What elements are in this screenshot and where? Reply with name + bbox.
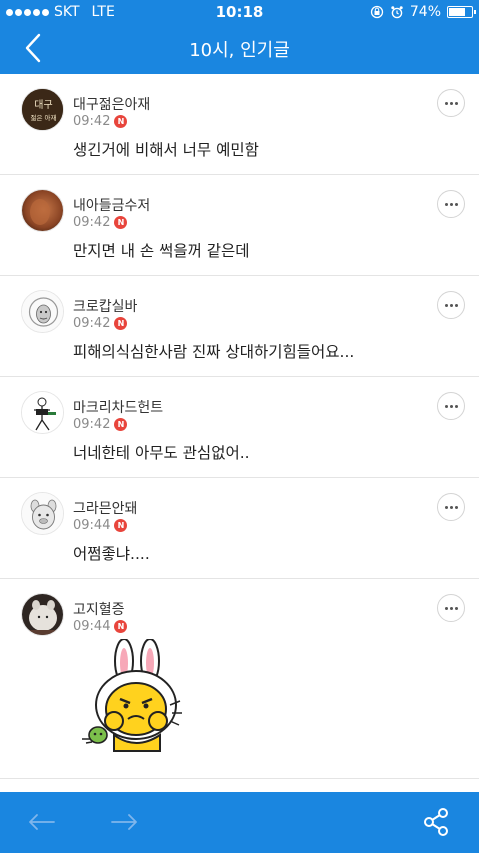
post-time: 09:42 bbox=[73, 114, 111, 129]
avatar[interactable] bbox=[21, 189, 64, 232]
post-author[interactable]: 그라믄안돼 bbox=[73, 498, 137, 518]
list-item[interactable]: 고지혈증 09:44 N bbox=[0, 579, 479, 779]
list-item[interactable]: 마크리차드헌트 09:42 N 너네한테 아무도 관심없어.. bbox=[0, 377, 479, 478]
status-right: 74% bbox=[370, 4, 476, 20]
post-time: 09:44 bbox=[73, 619, 111, 634]
post-meta: 09:42 N bbox=[73, 417, 128, 432]
post-content[interactable]: 생긴거에 비해서 너무 예민함 bbox=[73, 138, 259, 160]
new-badge: N bbox=[114, 418, 128, 431]
avatar-text-top: 대구 bbox=[34, 99, 52, 111]
share-icon[interactable] bbox=[420, 806, 452, 838]
alarm-icon bbox=[391, 6, 403, 19]
post-author[interactable]: 고지혈증 bbox=[73, 599, 125, 619]
post-meta: 09:42 N bbox=[73, 215, 128, 230]
new-badge: N bbox=[114, 317, 128, 330]
post-content[interactable]: 피해의식심한사람 진짜 상대하기힘들어요... bbox=[73, 340, 354, 362]
list-item[interactable]: 그라믄안돼 09:44 N 어쩜좋냐.... bbox=[0, 478, 479, 579]
more-options-button[interactable] bbox=[437, 291, 465, 319]
post-meta: 09:44 N bbox=[73, 518, 128, 533]
avatar[interactable] bbox=[21, 593, 64, 636]
list-item[interactable]: 내아들금수저 09:42 N 만지면 내 손 썩을꺼 같은데 bbox=[0, 175, 479, 276]
new-badge: N bbox=[114, 519, 128, 532]
post-time: 09:42 bbox=[73, 215, 111, 230]
battery-icon bbox=[447, 6, 476, 18]
avatar[interactable] bbox=[21, 290, 64, 333]
post-time: 09:44 bbox=[73, 518, 111, 533]
post-time: 09:42 bbox=[73, 417, 111, 432]
avatar[interactable] bbox=[21, 492, 64, 535]
post-author[interactable]: 마크리차드헌트 bbox=[73, 397, 163, 417]
more-options-button[interactable] bbox=[437, 493, 465, 521]
list-item[interactable]: 대구 젊은 아재 대구젊은아재 09:42 N 생긴거에 비해서 너무 예민함 bbox=[0, 74, 479, 175]
page-title: 10시, 인기글 bbox=[189, 40, 290, 61]
app-header: SKT LTE 10:18 74% 10시, 인기글 bbox=[0, 0, 479, 74]
battery-percent: 74% bbox=[409, 4, 441, 20]
new-badge: N bbox=[114, 620, 128, 633]
list-item[interactable]: 크로캅실바 09:42 N 피해의식심한사람 진짜 상대하기힘들어요... bbox=[0, 276, 479, 377]
avatar-text-bottom: 젊은 아재 bbox=[31, 113, 57, 122]
post-meta: 09:42 N bbox=[73, 316, 128, 331]
post-meta: 09:44 N bbox=[73, 619, 128, 634]
more-options-button[interactable] bbox=[437, 392, 465, 420]
post-content[interactable]: 너네한테 아무도 관심없어.. bbox=[73, 441, 250, 463]
battery-fill bbox=[449, 8, 465, 16]
avatar[interactable] bbox=[21, 391, 64, 434]
arrow-right-icon[interactable] bbox=[110, 808, 140, 836]
bottom-toolbar bbox=[0, 792, 479, 853]
rotation-lock-icon bbox=[370, 5, 384, 19]
post-list[interactable]: 대구 젊은 아재 대구젊은아재 09:42 N 생긴거에 비해서 너무 예민함 bbox=[0, 74, 479, 792]
more-options-button[interactable] bbox=[437, 89, 465, 117]
status-bar: SKT LTE 10:18 74% bbox=[0, 0, 479, 24]
avatar[interactable]: 대구 젊은 아재 bbox=[21, 88, 64, 131]
post-author[interactable]: 크로캅실바 bbox=[73, 296, 137, 316]
new-badge: N bbox=[114, 216, 128, 229]
post-author[interactable]: 내아들금수저 bbox=[73, 195, 150, 215]
new-badge: N bbox=[114, 115, 128, 128]
post-meta: 09:42 N bbox=[73, 114, 128, 129]
post-content[interactable]: 만지면 내 손 썩을꺼 같은데 bbox=[73, 239, 250, 261]
more-options-button[interactable] bbox=[437, 190, 465, 218]
post-author[interactable]: 대구젊은아재 bbox=[73, 94, 150, 114]
post-content[interactable]: 어쩜좋냐.... bbox=[73, 542, 150, 564]
more-options-button[interactable] bbox=[437, 594, 465, 622]
arrow-left-icon[interactable] bbox=[26, 808, 56, 836]
rabbit-sticker[interactable] bbox=[76, 639, 188, 753]
post-time: 09:42 bbox=[73, 316, 111, 331]
